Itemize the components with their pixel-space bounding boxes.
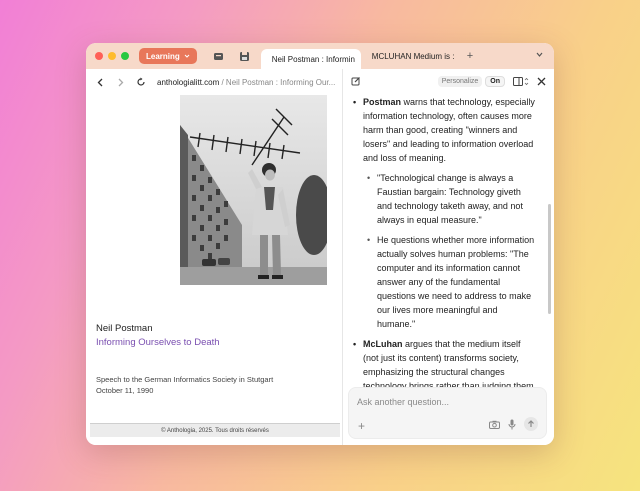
minimize-window-button[interactable] [108, 52, 116, 60]
speech-description: Speech to the German Informatics Society… [96, 374, 273, 396]
list-item: He questions whether more information ac… [353, 233, 538, 331]
forward-arrow-icon[interactable] [116, 78, 125, 87]
pinned-tab-archive[interactable] [213, 50, 225, 62]
personalize-label[interactable]: Personalize [437, 75, 483, 87]
save-icon [240, 51, 250, 61]
back-arrow-icon[interactable] [96, 78, 105, 87]
postman-photograph [180, 95, 327, 285]
assistant-scrollbar[interactable] [548, 204, 551, 314]
page-footer: © Anthologia, 2025. Tous droits réservés [90, 423, 340, 437]
ask-input[interactable] [357, 397, 537, 407]
close-icon [537, 77, 546, 85]
window-controls [95, 52, 129, 60]
close-panel-button[interactable] [537, 77, 546, 86]
bullet-subject: Postman [363, 97, 402, 107]
author-name: Neil Postman [96, 323, 153, 334]
compose-icon[interactable] [351, 76, 361, 86]
pinned-tab-save[interactable] [239, 50, 251, 62]
speech-line: Speech to the German Informatics Society… [96, 375, 274, 384]
bullet-subject: McLuhan [363, 339, 403, 349]
tab-label: Neil Postman : Informin [271, 54, 355, 64]
sidebar-layout-icon [513, 76, 529, 86]
maximize-window-button[interactable] [121, 52, 129, 60]
list-item: Postman warns that technology, especiall… [353, 95, 538, 165]
url-path: / Neil Postman : Informing Our... [219, 77, 336, 87]
workspace-button[interactable]: Learning [139, 48, 197, 64]
personalize-toggle[interactable]: On [485, 75, 505, 87]
assistant-toolbar: Personalize On [343, 69, 554, 93]
arrow-up-icon [528, 420, 534, 427]
attach-plus-button[interactable]: + [358, 419, 365, 433]
ask-box: + [348, 387, 547, 439]
tab-mcluhan[interactable]: MCLUHAN Medium is : [361, 46, 461, 66]
tab-bar: Learning Neil Postman : Informin MCLUHAN… [86, 43, 554, 69]
close-window-button[interactable] [95, 52, 103, 60]
web-page-pane: anthologialitt.com / Neil Postman : Info… [86, 69, 342, 445]
assistant-panel: Personalize On Postman warns that techno… [343, 69, 554, 445]
list-item: McLuhan argues that the medium itself (n… [353, 337, 538, 393]
workspace-label: Learning [146, 51, 180, 61]
address-bar[interactable]: anthologialitt.com / Neil Postman : Info… [157, 78, 337, 87]
new-tab-button[interactable]: + [467, 50, 473, 62]
ask-actions [489, 417, 538, 431]
chevron-down-icon [184, 54, 190, 58]
list-item: "Technological change is always a Fausti… [353, 171, 538, 227]
camera-icon[interactable] [489, 420, 500, 429]
assistant-response: Postman warns that technology, especiall… [343, 93, 548, 393]
browser-window: Learning Neil Postman : Informin MCLUHAN… [86, 43, 554, 445]
layout-toggle-button[interactable] [513, 76, 529, 86]
tab-list-chevron-icon[interactable] [535, 50, 544, 59]
archive-icon [214, 52, 224, 60]
speech-date: October 11, 1990 [96, 386, 154, 395]
navigation-bar: anthologialitt.com / Neil Postman : Info… [86, 69, 342, 95]
microphone-icon[interactable] [508, 419, 516, 430]
essay-title-link[interactable]: Informing Ourselves to Death [96, 337, 220, 348]
tab-label: MCLUHAN Medium is : [371, 51, 455, 61]
tab-neil-postman[interactable]: Neil Postman : Informin [260, 49, 361, 69]
send-button[interactable] [524, 417, 538, 431]
url-host: anthologialitt.com [157, 77, 220, 87]
reload-icon[interactable] [136, 77, 146, 87]
